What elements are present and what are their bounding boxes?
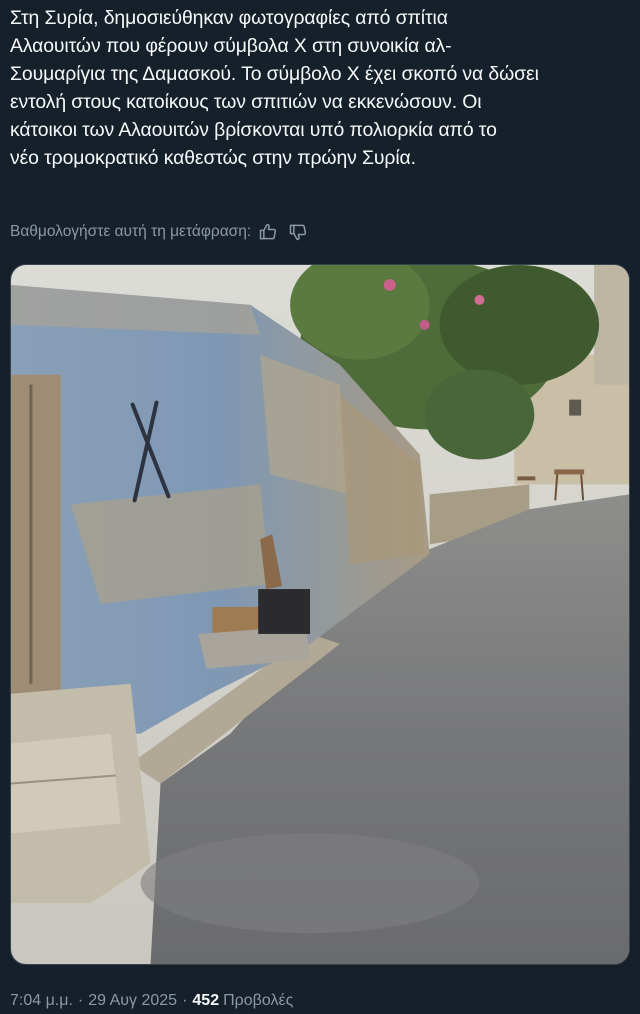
translation-rating: Βαθμολογήστε αυτή τη μετάφραση:: [10, 218, 311, 246]
tweet-date[interactable]: 29 Αυγ 2025: [88, 992, 177, 1010]
views-count[interactable]: 452: [192, 992, 219, 1010]
tweet-text-line: Στη Συρία, δημοσιεύθηκαν φωτογραφίες από…: [10, 7, 448, 29]
tweet-text: Στη Συρία, δημοσιεύθηκαν φωτογραφίες από…: [10, 4, 632, 172]
separator: ·: [182, 992, 188, 1009]
tweet-text-line: Σουμαρίγια της Δαμασκού. Το σύμβολο Χ έχ…: [10, 63, 539, 85]
thumbs-up-icon: [259, 223, 277, 240]
street-photo: [11, 265, 629, 964]
tweet-time[interactable]: 7:04 μ.μ.: [10, 992, 73, 1010]
tweet-photo[interactable]: [10, 264, 630, 965]
tweet-text-line: εντολή στους κατοίκους των σπιτιών να εκ…: [10, 91, 482, 113]
tweet-text-line: νέο τρομοκρατικό καθεστώς στην πρώην Συρ…: [10, 147, 416, 169]
views-label[interactable]: Προβολές: [223, 992, 293, 1010]
rate-translation-label: Βαθμολογήστε αυτή τη μετάφραση:: [10, 223, 252, 240]
thumbs-down-icon: [289, 224, 307, 241]
tweet-text-line: κάτοικοι των Αλαουιτών βρίσκονται υπό πο…: [10, 119, 497, 141]
thumbs-up-button[interactable]: [255, 219, 281, 245]
tweet-meta: 7:04 μ.μ. · 29 Αυγ 2025 · 452 Προβολές: [10, 988, 293, 1014]
thumbs-down-button[interactable]: [285, 219, 311, 245]
tweet-text-line: Αλαουιτών που φέρουν σύμβολα Χ στη συνοι…: [10, 35, 452, 57]
separator: ·: [77, 992, 84, 1009]
